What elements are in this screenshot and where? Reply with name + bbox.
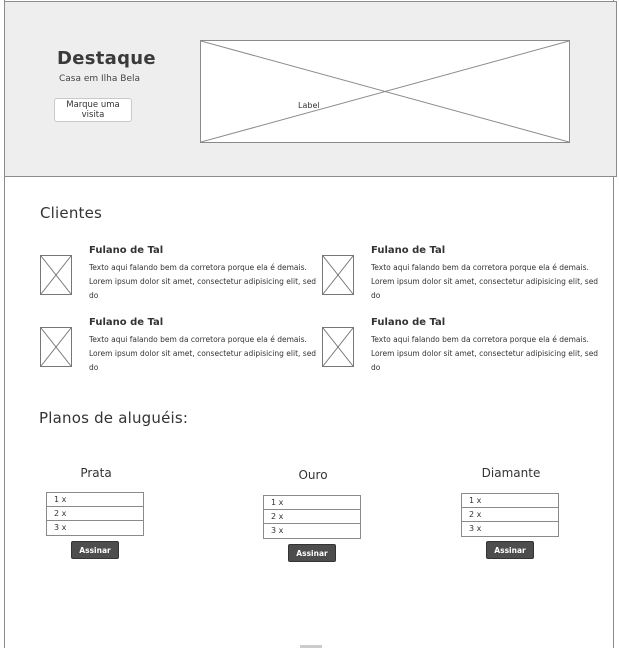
client-testimonial: Texto aqui falando bem da corretora porq… [89, 263, 317, 300]
client-name: Fulano de Tal [371, 317, 446, 328]
client-card: Fulano de Tal Texto aqui falando bem da … [322, 317, 598, 381]
clients-title: Clientes [40, 204, 103, 222]
client-avatar-placeholder [40, 255, 72, 295]
hero-section: Destaque Casa em Ilha Bela Marque uma vi… [4, 1, 617, 177]
client-avatar-placeholder [40, 327, 72, 367]
plans-title: Planos de aluguéis: [39, 409, 189, 427]
client-card: Fulano de Tal Texto aqui falando bem da … [40, 245, 316, 309]
plan-options-list: 1 x 2 x 3 x [46, 492, 144, 536]
client-name: Fulano de Tal [371, 245, 446, 256]
plan-option[interactable]: 3 x [462, 522, 558, 536]
plan-option[interactable]: 1 x [264, 496, 360, 510]
hero-image-label: Label [298, 101, 320, 110]
plan-option[interactable]: 2 x [264, 510, 360, 524]
plan-name: Ouro [298, 468, 328, 482]
subscribe-button[interactable]: Assinar [288, 544, 336, 562]
client-testimonial: Texto aqui falando bem da corretora porq… [371, 335, 599, 372]
client-testimonial: Texto aqui falando bem da corretora porq… [371, 263, 599, 300]
schedule-visit-button[interactable]: Marque uma visita [54, 98, 132, 122]
client-avatar-placeholder [322, 255, 354, 295]
plan-option[interactable]: 2 x [462, 508, 558, 522]
client-testimonial: Texto aqui falando bem da corretora porq… [89, 335, 317, 372]
hero-title: Destaque [57, 48, 156, 69]
subscribe-button[interactable]: Assinar [71, 541, 119, 559]
plan-option[interactable]: 1 x [47, 493, 143, 507]
plan-options-list: 1 x 2 x 3 x [461, 493, 559, 537]
plan-option[interactable]: 3 x [47, 521, 143, 535]
plan-option[interactable]: 1 x [462, 494, 558, 508]
plan-name: Prata [80, 466, 112, 480]
client-card: Fulano de Tal Texto aqui falando bem da … [322, 245, 598, 309]
plan-option[interactable]: 3 x [264, 524, 360, 538]
plan-option[interactable]: 2 x [47, 507, 143, 521]
hero-image-placeholder: Label [200, 40, 570, 143]
client-name: Fulano de Tal [89, 317, 164, 328]
plan-name: Diamante [481, 466, 541, 480]
plan-options-list: 1 x 2 x 3 x [263, 495, 361, 539]
client-avatar-placeholder [322, 327, 354, 367]
client-card: Fulano de Tal Texto aqui falando bem da … [40, 317, 316, 381]
hero-subtitle: Casa em Ilha Bela [59, 74, 140, 84]
client-name: Fulano de Tal [89, 245, 164, 256]
subscribe-button[interactable]: Assinar [486, 541, 534, 559]
